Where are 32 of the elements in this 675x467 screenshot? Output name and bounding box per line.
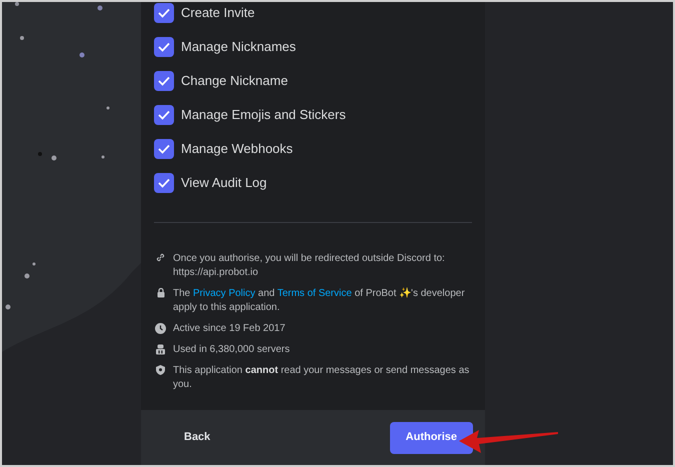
permission-label: Change Nickname (181, 72, 288, 90)
info-text: Used in 6,380,000 servers (173, 343, 290, 357)
back-button[interactable]: Back (184, 429, 210, 446)
permission-label: Manage Webhooks (181, 140, 293, 158)
checkbox[interactable] (154, 37, 174, 57)
checkbox[interactable] (154, 139, 174, 159)
checkbox[interactable] (154, 71, 174, 91)
checkmark-icon (158, 178, 170, 188)
permission-label: View Audit Log (181, 174, 267, 192)
info-text: Active since 19 Feb 2017 (173, 322, 286, 336)
checkmark-icon (158, 76, 170, 86)
link[interactable]: Privacy Policy (193, 288, 256, 299)
permission-label: Manage Emojis and Stickers (181, 106, 346, 124)
checkbox[interactable] (154, 173, 174, 193)
checkmark-icon (158, 144, 170, 154)
info-text: Once you authorise, you will be redirected outside Discord to: https://api.probot.io (173, 252, 446, 280)
permission-label: Create Invite (181, 4, 255, 22)
checkbox[interactable] (154, 105, 174, 125)
info-text: The Privacy Policy and Terms of Service of ProBot ✨'s developer apply to this application. (173, 287, 466, 315)
checkmark-icon (158, 8, 170, 18)
checkmark-icon (158, 110, 170, 120)
robot-icon (155, 344, 166, 355)
clock-icon (155, 323, 166, 334)
shield-icon (156, 365, 165, 375)
checkmark-icon (158, 42, 170, 52)
checkbox[interactable] (154, 3, 174, 23)
link[interactable]: Terms of Service (277, 288, 352, 299)
link-icon (156, 253, 165, 262)
lock-icon (156, 288, 164, 298)
permission-label: Manage Nicknames (181, 38, 296, 56)
info-text: This application cannot read your messages or send messages as you. (173, 364, 470, 392)
authorise-button[interactable]: Authorise (390, 422, 473, 454)
